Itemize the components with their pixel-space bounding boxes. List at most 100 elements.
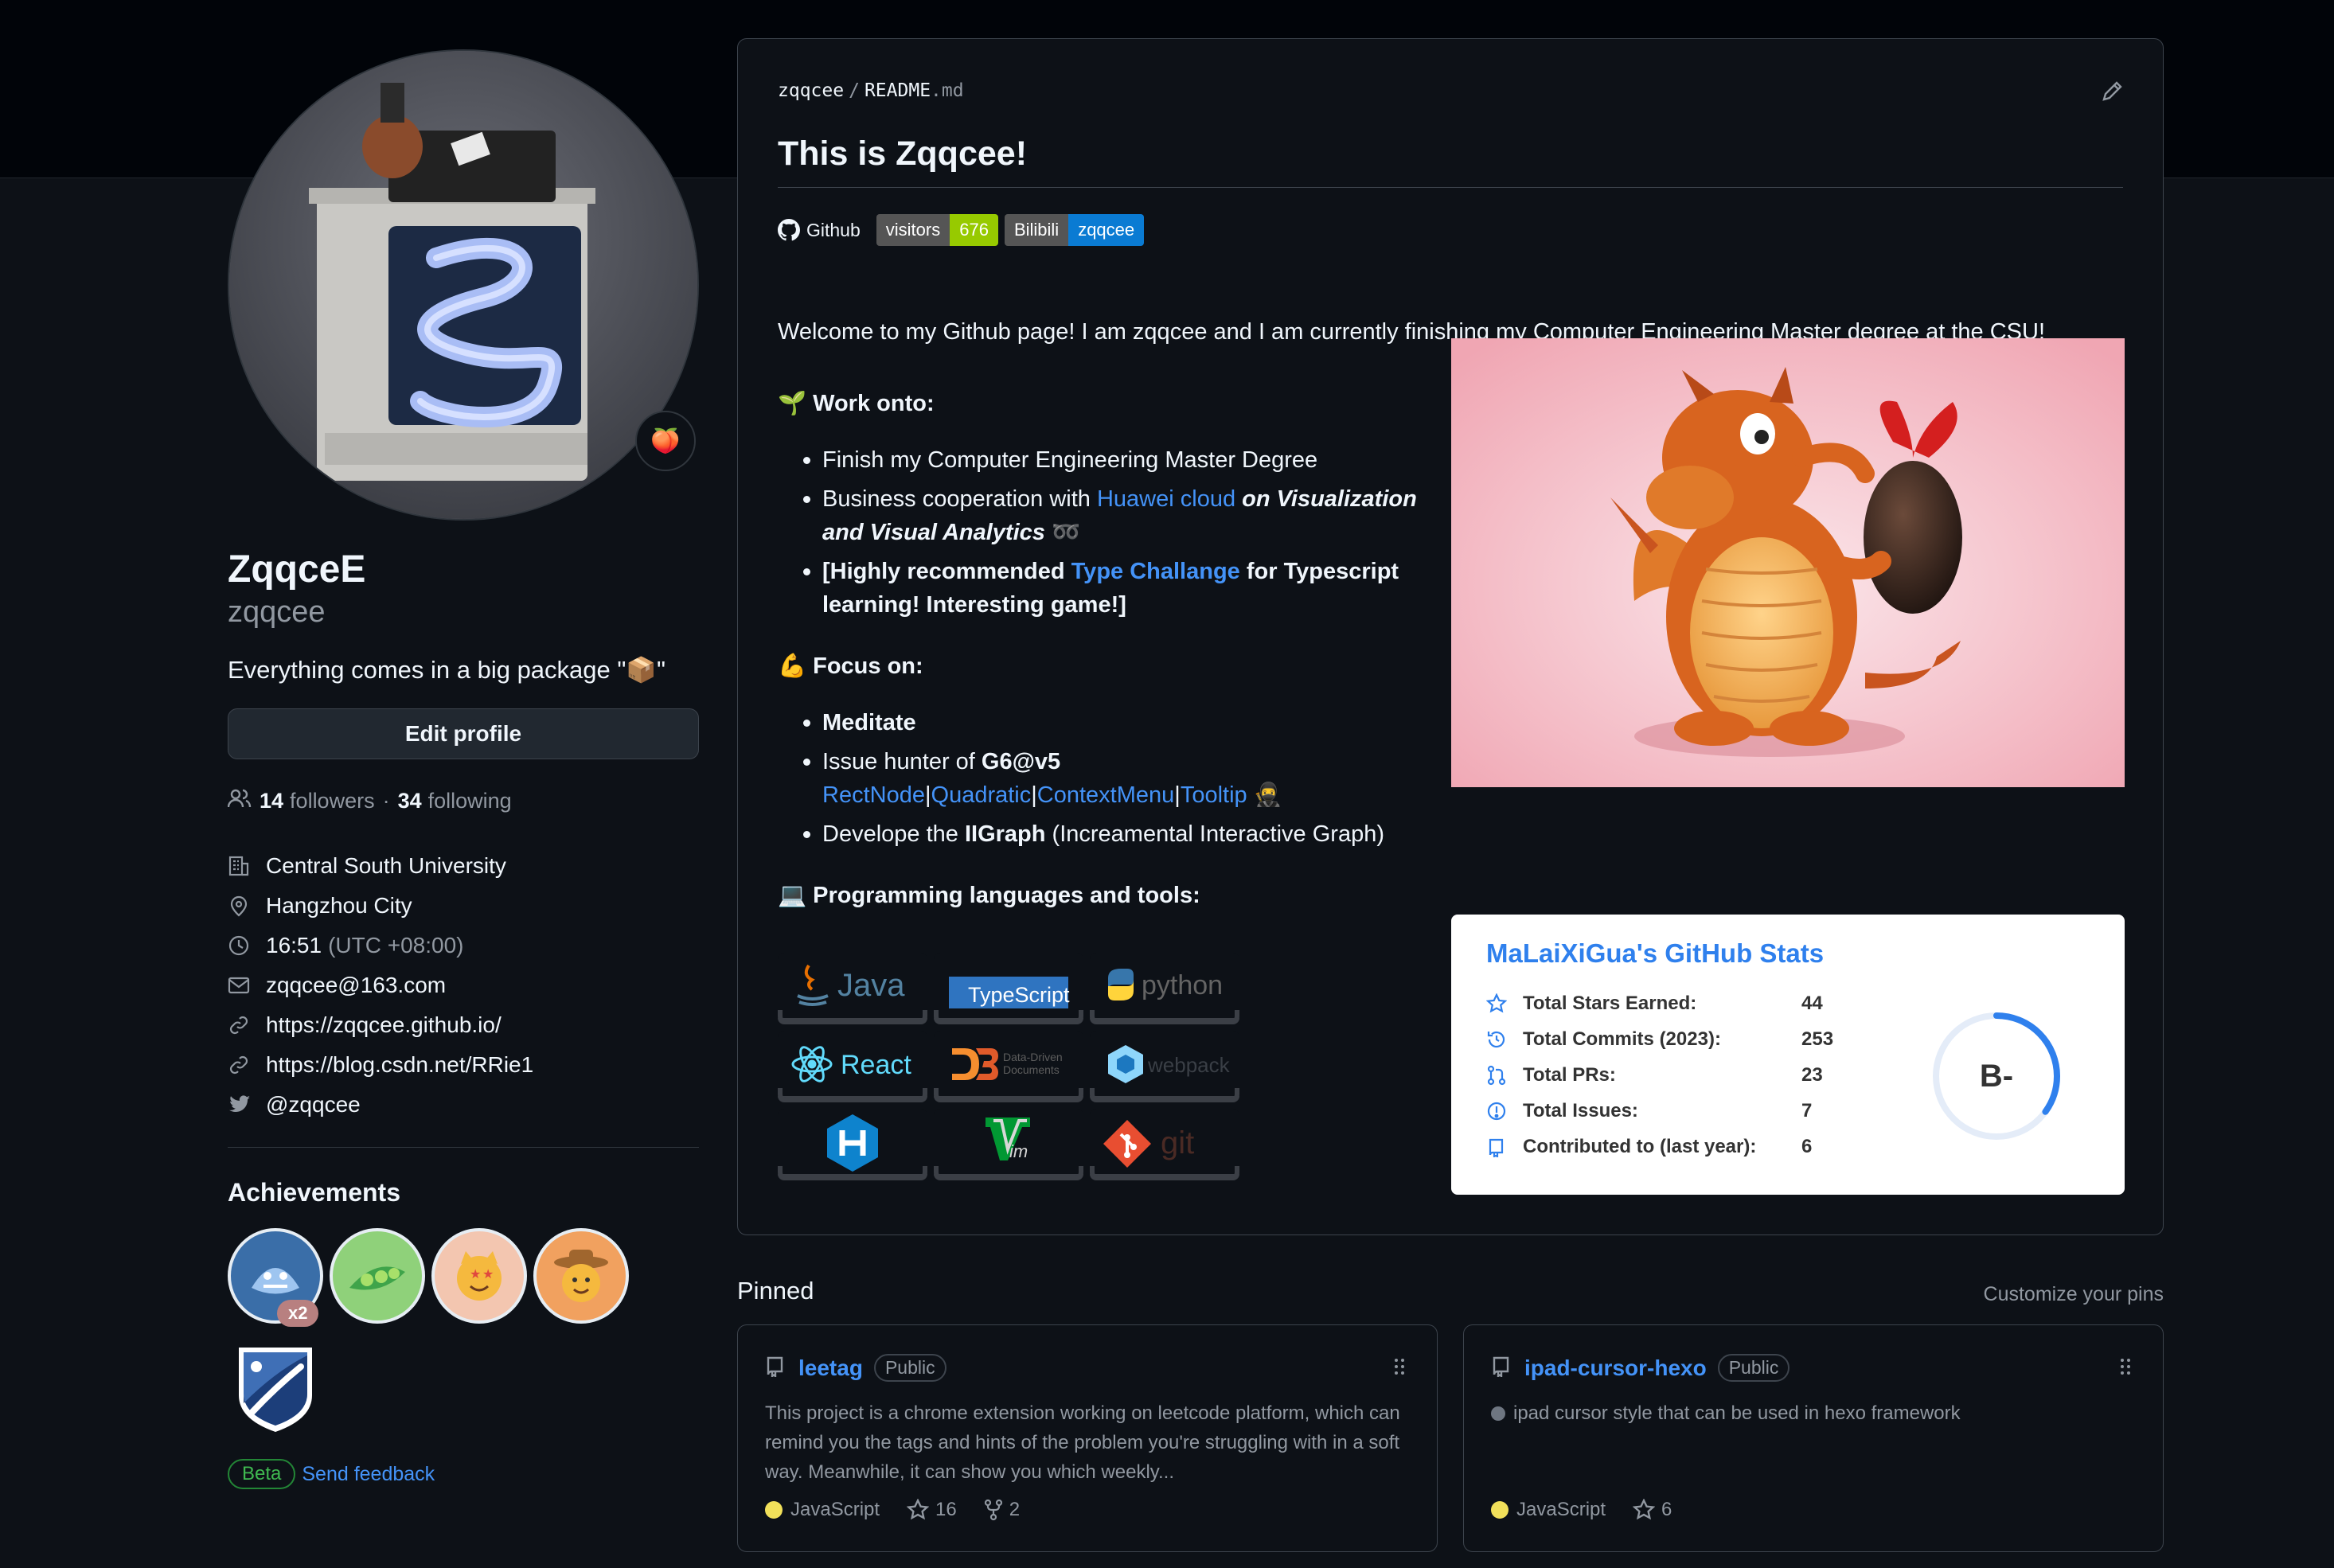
stat-row: Total Stars Earned: 44 xyxy=(1486,993,1823,1015)
bilibili-badge-label: Bilibili xyxy=(1004,214,1069,246)
visitors-badge: visitors 676 xyxy=(876,214,998,246)
link-icon xyxy=(228,1052,260,1078)
github-badge[interactable]: Github xyxy=(778,219,861,241)
tool-python[interactable]: python xyxy=(1090,953,1239,1024)
stats-title: MaLaiXiGua's GitHub Stats xyxy=(1486,938,1825,968)
badge-multiplier: x2 xyxy=(277,1300,319,1327)
repo-stars-link[interactable]: 6 xyxy=(1633,1499,1672,1521)
customize-pins-link[interactable]: Customize your pins xyxy=(1984,1283,2164,1306)
localtime-text: 16:51 xyxy=(266,933,322,958)
quadratic-link[interactable]: Quadratic xyxy=(931,782,1032,808)
blog-link[interactable]: https://blog.csdn.net/RRie1 xyxy=(266,1052,533,1078)
clock-icon xyxy=(228,933,260,958)
achievement-quickdraw[interactable] xyxy=(533,1228,629,1324)
react-logo-text: React xyxy=(841,1050,911,1080)
readme-title-rule xyxy=(778,187,2123,188)
repo-language: JavaScript xyxy=(1491,1499,1606,1521)
tool-react[interactable]: React xyxy=(778,1031,927,1102)
drag-handle-icon[interactable] xyxy=(1394,1357,1405,1380)
pinned-repo-name[interactable]: leetag xyxy=(798,1355,863,1381)
visitors-badge-count: 676 xyxy=(950,214,998,246)
language-color-dot xyxy=(1491,1501,1509,1519)
bilibili-badge-value: zqqcee xyxy=(1068,214,1145,246)
followers-link[interactable]: 14 followers xyxy=(260,789,375,813)
timezone-text: (UTC +08:00) xyxy=(328,933,464,958)
rectnode-link[interactable]: RectNode xyxy=(822,782,925,808)
focus-item-text: (Increamental Interactive Graph) xyxy=(1045,821,1384,847)
svg-text:★: ★ xyxy=(482,1266,494,1281)
tool-webpack[interactable]: webpack xyxy=(1090,1031,1239,1102)
drag-handle-icon[interactable] xyxy=(2120,1357,2131,1380)
following-count: 34 xyxy=(397,789,422,813)
focus-heading: 💪 Focus on: xyxy=(778,649,1430,684)
pinned-repo-description: ipad cursor style that can be used in he… xyxy=(1513,1402,1961,1424)
tool-d3[interactable]: Data-Driven Documents xyxy=(934,1031,1083,1102)
laptop-icon: 💻 xyxy=(778,883,807,908)
achievement-pull-shark[interactable]: x2 xyxy=(228,1228,323,1327)
stat-row: Contributed to (last year): 6 xyxy=(1486,1136,1812,1158)
pinned-repo-name[interactable]: ipad-cursor-hexo xyxy=(1524,1355,1707,1381)
send-feedback-link[interactable]: Send feedback xyxy=(302,1463,435,1486)
issue-icon xyxy=(1486,1101,1510,1121)
description-bullet xyxy=(1491,1406,1505,1421)
tool-hexo[interactable] xyxy=(778,1109,927,1180)
repo-forks-link[interactable]: 2 xyxy=(984,1499,1020,1521)
twitter-item[interactable]: @zqqcee xyxy=(228,1085,699,1125)
contextmenu-link[interactable]: ContextMenu xyxy=(1037,782,1175,808)
website-link[interactable]: https://zqqcee.github.io/ xyxy=(266,1012,502,1038)
blog-item[interactable]: https://blog.csdn.net/RRie1 xyxy=(228,1045,699,1085)
email-item[interactable]: zqqcee@163.com xyxy=(228,965,699,1005)
visitors-badge-label: visitors xyxy=(876,214,950,246)
fork-icon xyxy=(984,1499,1002,1521)
achievement-starstruck[interactable]: ★ ★ xyxy=(431,1228,527,1324)
repo-language: JavaScript xyxy=(765,1499,880,1521)
edit-readme-pencil-icon[interactable] xyxy=(2101,79,2125,107)
focus-item-bold: G6@v5 xyxy=(981,749,1061,774)
email-link[interactable]: zqqcee@163.com xyxy=(266,973,446,998)
starstruck-cat-icon: ★ ★ xyxy=(457,1251,502,1301)
stat-label: Contributed to (last year): xyxy=(1523,1136,1757,1157)
focus-item: Meditate xyxy=(778,706,1430,739)
flexed-biceps-icon: 💪 xyxy=(778,653,807,679)
arctic-shield-icon xyxy=(239,1348,312,1432)
bilibili-badge[interactable]: Bilibili zqqcee xyxy=(1004,214,1145,246)
achievement-pair-extraordinaire[interactable] xyxy=(330,1228,425,1324)
work-item: Business cooperation with Huawei cloud o… xyxy=(778,482,1430,549)
achievement-arctic-code-vault[interactable] xyxy=(228,1340,323,1435)
tooltip-link[interactable]: Tooltip xyxy=(1181,782,1247,808)
work-item: [Highly recommended Type Challange for T… xyxy=(778,555,1430,622)
tool-typescript[interactable]: TypeScript xyxy=(934,953,1083,1024)
edit-profile-button[interactable]: Edit profile xyxy=(228,708,699,759)
readme-path-user[interactable]: zqqcee xyxy=(778,80,844,101)
pinned-repo-card: leetag Public This project is a chrome e… xyxy=(737,1324,1438,1552)
svg-text:★: ★ xyxy=(470,1266,481,1281)
focus-item-text: Meditate xyxy=(822,710,916,735)
organization-item: Central South University xyxy=(228,846,699,886)
work-item: Finish my Computer Engineering Master De… xyxy=(778,443,1430,477)
stat-value: 7 xyxy=(1801,1100,1813,1121)
type-challenge-link[interactable]: Type Challange xyxy=(1071,559,1240,584)
link-separator: | xyxy=(924,782,931,808)
location-icon xyxy=(228,893,260,919)
website-item[interactable]: https://zqqcee.github.io/ xyxy=(228,1005,699,1045)
following-label: following xyxy=(427,789,512,813)
github-icon xyxy=(778,219,800,241)
link-separator: | xyxy=(1174,782,1181,808)
github-badge-label: Github xyxy=(806,219,861,240)
tool-vim[interactable]: im xyxy=(934,1109,1083,1180)
tool-git[interactable]: git xyxy=(1090,1109,1239,1180)
huawei-cloud-link[interactable]: Huawei cloud xyxy=(1097,486,1235,512)
language-color-dot xyxy=(765,1501,783,1519)
python-logo-text: python xyxy=(1142,970,1223,1000)
twitter-link[interactable]: @zqqcee xyxy=(266,1092,361,1117)
tool-java[interactable]: Java xyxy=(778,953,927,1024)
repo-stars-link[interactable]: 16 xyxy=(907,1499,957,1521)
d3-caption-line1: Data-Driven xyxy=(1003,1051,1063,1063)
tools-heading: 💻 Programming languages and tools: xyxy=(778,878,1430,913)
cowboy-cat-icon xyxy=(554,1250,608,1302)
following-link[interactable]: 34 following xyxy=(398,789,512,813)
avatar[interactable] xyxy=(228,49,699,521)
repo-language-label: JavaScript xyxy=(790,1499,880,1520)
vim-logo-text: im xyxy=(1009,1141,1028,1161)
status-emoji-button[interactable]: 🍑 xyxy=(635,411,696,471)
